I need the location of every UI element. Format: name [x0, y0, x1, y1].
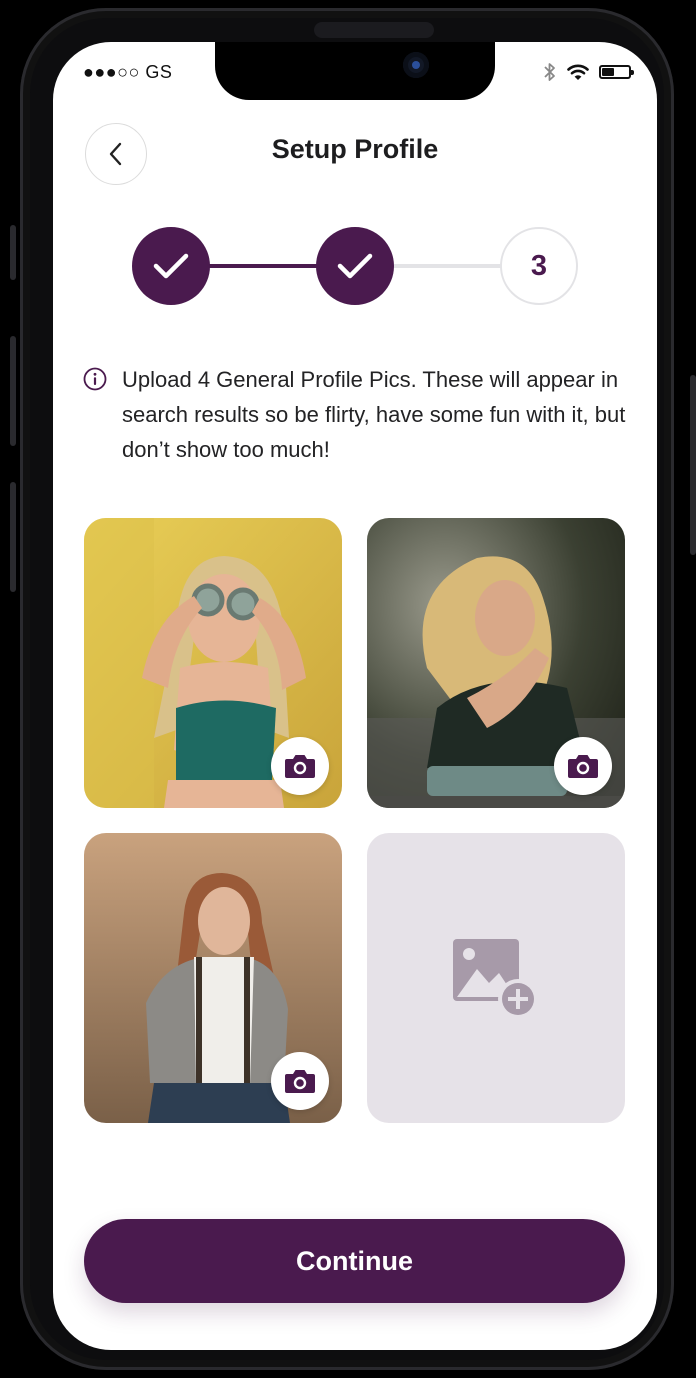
status-icons — [543, 62, 634, 82]
volume-down-button — [10, 482, 16, 592]
volume-up-button — [10, 336, 16, 446]
profile-photo-1[interactable] — [84, 518, 342, 808]
checkmark-icon — [153, 253, 189, 279]
front-camera — [403, 52, 429, 78]
carrier-signal: ●●●○○ GS — [83, 62, 173, 82]
change-photo-button[interactable] — [554, 737, 612, 795]
bluetooth-icon — [544, 63, 555, 81]
device-notch — [215, 42, 495, 100]
change-photo-button[interactable] — [271, 737, 329, 795]
step-3-current: 3 — [500, 227, 578, 305]
page-title: Setup Profile — [271, 134, 439, 164]
checkmark-icon — [337, 253, 373, 279]
step-connector-complete — [202, 264, 322, 268]
continue-button[interactable]: Continue — [84, 1219, 625, 1303]
profile-photo-3[interactable] — [84, 833, 342, 1123]
step-1-complete — [132, 227, 210, 305]
app-screen: ●●●○○ GS Setup Profile 3 Upload 4 Genera… — [53, 42, 657, 1350]
wifi-icon — [567, 64, 589, 80]
camera-icon — [568, 755, 598, 778]
step-2-complete — [316, 227, 394, 305]
info-icon — [83, 367, 107, 391]
profile-photo-2[interactable] — [367, 518, 625, 808]
change-photo-button[interactable] — [271, 1052, 329, 1110]
battery-icon — [599, 65, 634, 79]
progress-stepper: 3 — [132, 227, 578, 305]
camera-icon — [285, 1070, 315, 1093]
speaker-grille — [314, 22, 434, 38]
add-photo-slot[interactable] — [367, 833, 625, 1123]
image-add-icon — [453, 939, 538, 1019]
step-connector-pending — [387, 264, 507, 268]
upload-instructions: Upload 4 General Profile Pics. These wil… — [83, 362, 631, 467]
camera-icon — [285, 755, 315, 778]
mute-switch — [10, 225, 16, 280]
power-button — [690, 375, 696, 555]
instructions-text: Upload 4 General Profile Pics. These wil… — [122, 367, 626, 462]
